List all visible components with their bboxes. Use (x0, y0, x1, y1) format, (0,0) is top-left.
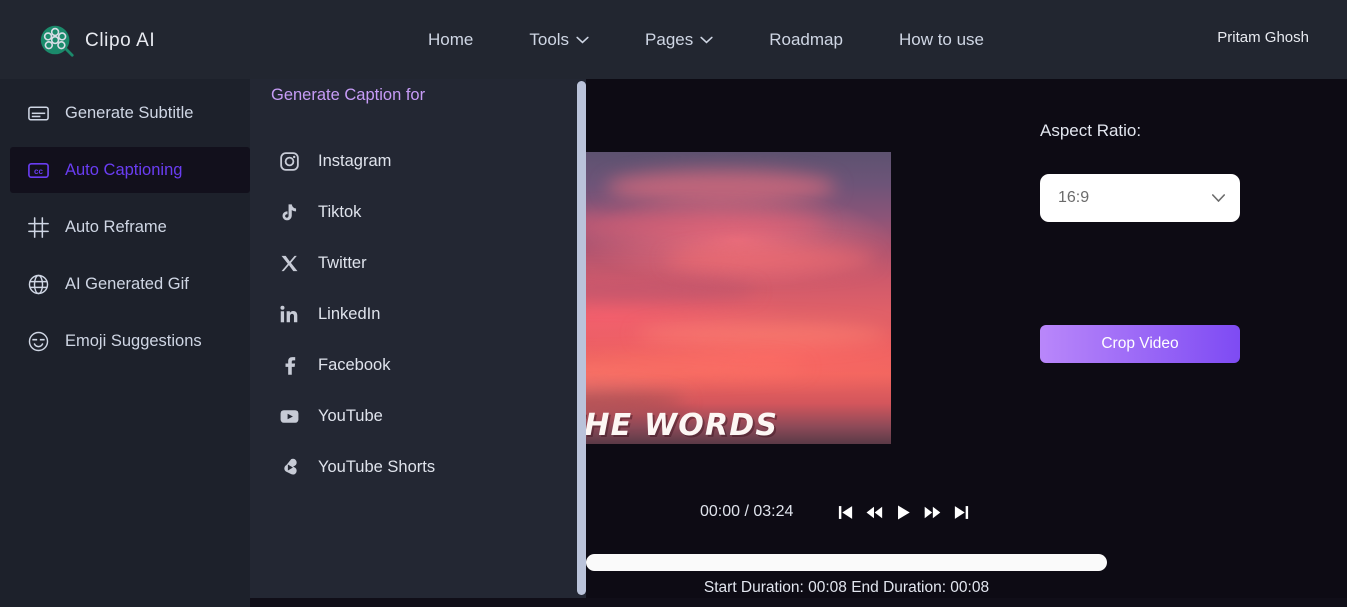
fast-forward-icon[interactable] (924, 504, 941, 521)
chevron-down-icon (700, 36, 713, 43)
video-overlay-line-1: ALL THE WORDS (586, 408, 779, 443)
panel-title: Generate Caption for (271, 86, 426, 104)
app-root: Clipo AI Home Tools Pages Roadmap How to… (0, 0, 1347, 607)
platform-item-youtube[interactable]: YouTube (250, 391, 586, 442)
main-nav: Home Tools Pages Roadmap How to use (428, 0, 1012, 79)
user-account-name[interactable]: Pritam Ghosh (1217, 29, 1309, 46)
platform-label: Twitter (318, 254, 367, 272)
youtube-shorts-icon (284, 458, 297, 475)
platform-list: Instagram Tiktok Twitter LinkedIn Facebo… (250, 136, 586, 493)
video-frame-image: ALL THE WORDS DE MY HEAD (586, 152, 891, 444)
sidebar-item-ai-generated-gif[interactable]: AI Generated Gif (10, 261, 250, 307)
nav-item-tools[interactable]: Tools (529, 30, 617, 50)
main-content: ALL THE WORDS DE MY HEAD things first I'… (586, 79, 1347, 607)
svg-text:cc: cc (34, 166, 43, 175)
twitter-x-icon (281, 255, 298, 272)
sidebar-item-label: Auto Reframe (65, 217, 167, 236)
sidebar: Generate Subtitle cc Auto Captioning Aut… (0, 79, 260, 607)
skip-end-icon[interactable] (953, 504, 970, 521)
aspect-ratio-value: 16:9 (1058, 189, 1090, 206)
emoji-icon (28, 331, 49, 351)
platform-item-youtube-shorts[interactable]: YouTube Shorts (250, 442, 586, 493)
platform-item-instagram[interactable]: Instagram (250, 136, 586, 187)
nav-label: Home (428, 29, 474, 49)
nav-label: Tools (529, 29, 570, 49)
platform-item-twitter[interactable]: Twitter (250, 238, 586, 289)
crop-video-button[interactable]: Crop Video (1040, 325, 1240, 363)
platform-label: LinkedIn (318, 305, 381, 323)
platform-item-tiktok[interactable]: Tiktok (250, 187, 586, 238)
platform-label: YouTube Shorts (318, 458, 436, 476)
sidebar-item-label: Generate Subtitle (65, 103, 194, 122)
cc-icon: cc (28, 162, 49, 178)
film-reel-icon (40, 25, 74, 57)
play-icon[interactable] (895, 504, 912, 521)
time-display: 00:00 / 03:24 (700, 503, 794, 520)
chevron-down-icon (1212, 194, 1225, 202)
skip-start-icon[interactable] (837, 504, 854, 521)
panel-scrollbar[interactable] (577, 81, 586, 595)
platform-label: Instagram (318, 152, 392, 170)
bottom-strip (250, 598, 1347, 607)
youtube-icon (280, 410, 299, 423)
sidebar-item-generate-subtitle[interactable]: Generate Subtitle (10, 90, 250, 136)
video-preview[interactable]: ALL THE WORDS DE MY HEAD things first I'… (586, 152, 891, 444)
nav-label: Roadmap (769, 29, 843, 49)
platform-label: YouTube (318, 407, 383, 425)
reframe-icon (28, 216, 49, 238)
chevron-down-icon (576, 36, 589, 43)
platform-item-linkedin[interactable]: LinkedIn (250, 289, 586, 340)
nav-label: How to use (898, 29, 985, 49)
top-navigation-bar: Clipo AI Home Tools Pages Roadmap How to… (0, 0, 1347, 79)
platform-item-facebook[interactable]: Facebook (250, 340, 586, 391)
video-seek-bar[interactable] (586, 554, 1107, 571)
rewind-icon[interactable] (866, 504, 883, 521)
playback-controls (837, 504, 970, 521)
sidebar-item-auto-reframe[interactable]: Auto Reframe (10, 204, 250, 250)
sidebar-item-label: AI Generated Gif (65, 274, 189, 293)
brand-name: Clipo AI (85, 30, 156, 51)
aspect-ratio-select[interactable]: 16:9 (1040, 174, 1240, 222)
aspect-ratio-label: Aspect Ratio: (1040, 121, 1142, 140)
tiktok-icon (282, 204, 297, 221)
nav-label: Pages (645, 29, 694, 49)
instagram-icon (280, 152, 299, 171)
platform-label: Tiktok (318, 203, 362, 221)
nav-item-pages[interactable]: Pages (645, 30, 741, 50)
linkedin-icon (280, 305, 298, 323)
duration-info: Start Duration: 00:08 End Duration: 00:0… (703, 579, 990, 596)
video-player-controls: 00:00 / 03:24 (586, 496, 986, 528)
facebook-icon (285, 357, 296, 375)
nav-item-how-to-use[interactable]: How to use (899, 30, 1012, 50)
nav-item-home[interactable]: Home (428, 30, 501, 50)
sidebar-item-label: Auto Captioning (65, 160, 183, 179)
sidebar-item-auto-captioning[interactable]: cc Auto Captioning (10, 147, 250, 193)
nav-item-roadmap[interactable]: Roadmap (769, 30, 871, 50)
sidebar-item-emoji-suggestions[interactable]: Emoji Suggestions (10, 318, 250, 364)
globe-icon (28, 274, 49, 294)
platform-label: Facebook (318, 356, 391, 374)
subtitle-icon (28, 106, 49, 120)
brand-logo-group[interactable]: Clipo AI (38, 22, 155, 60)
sidebar-item-label: Emoji Suggestions (65, 331, 202, 350)
generate-caption-panel: Generate Caption for Instagram Tiktok Tw… (250, 79, 586, 598)
